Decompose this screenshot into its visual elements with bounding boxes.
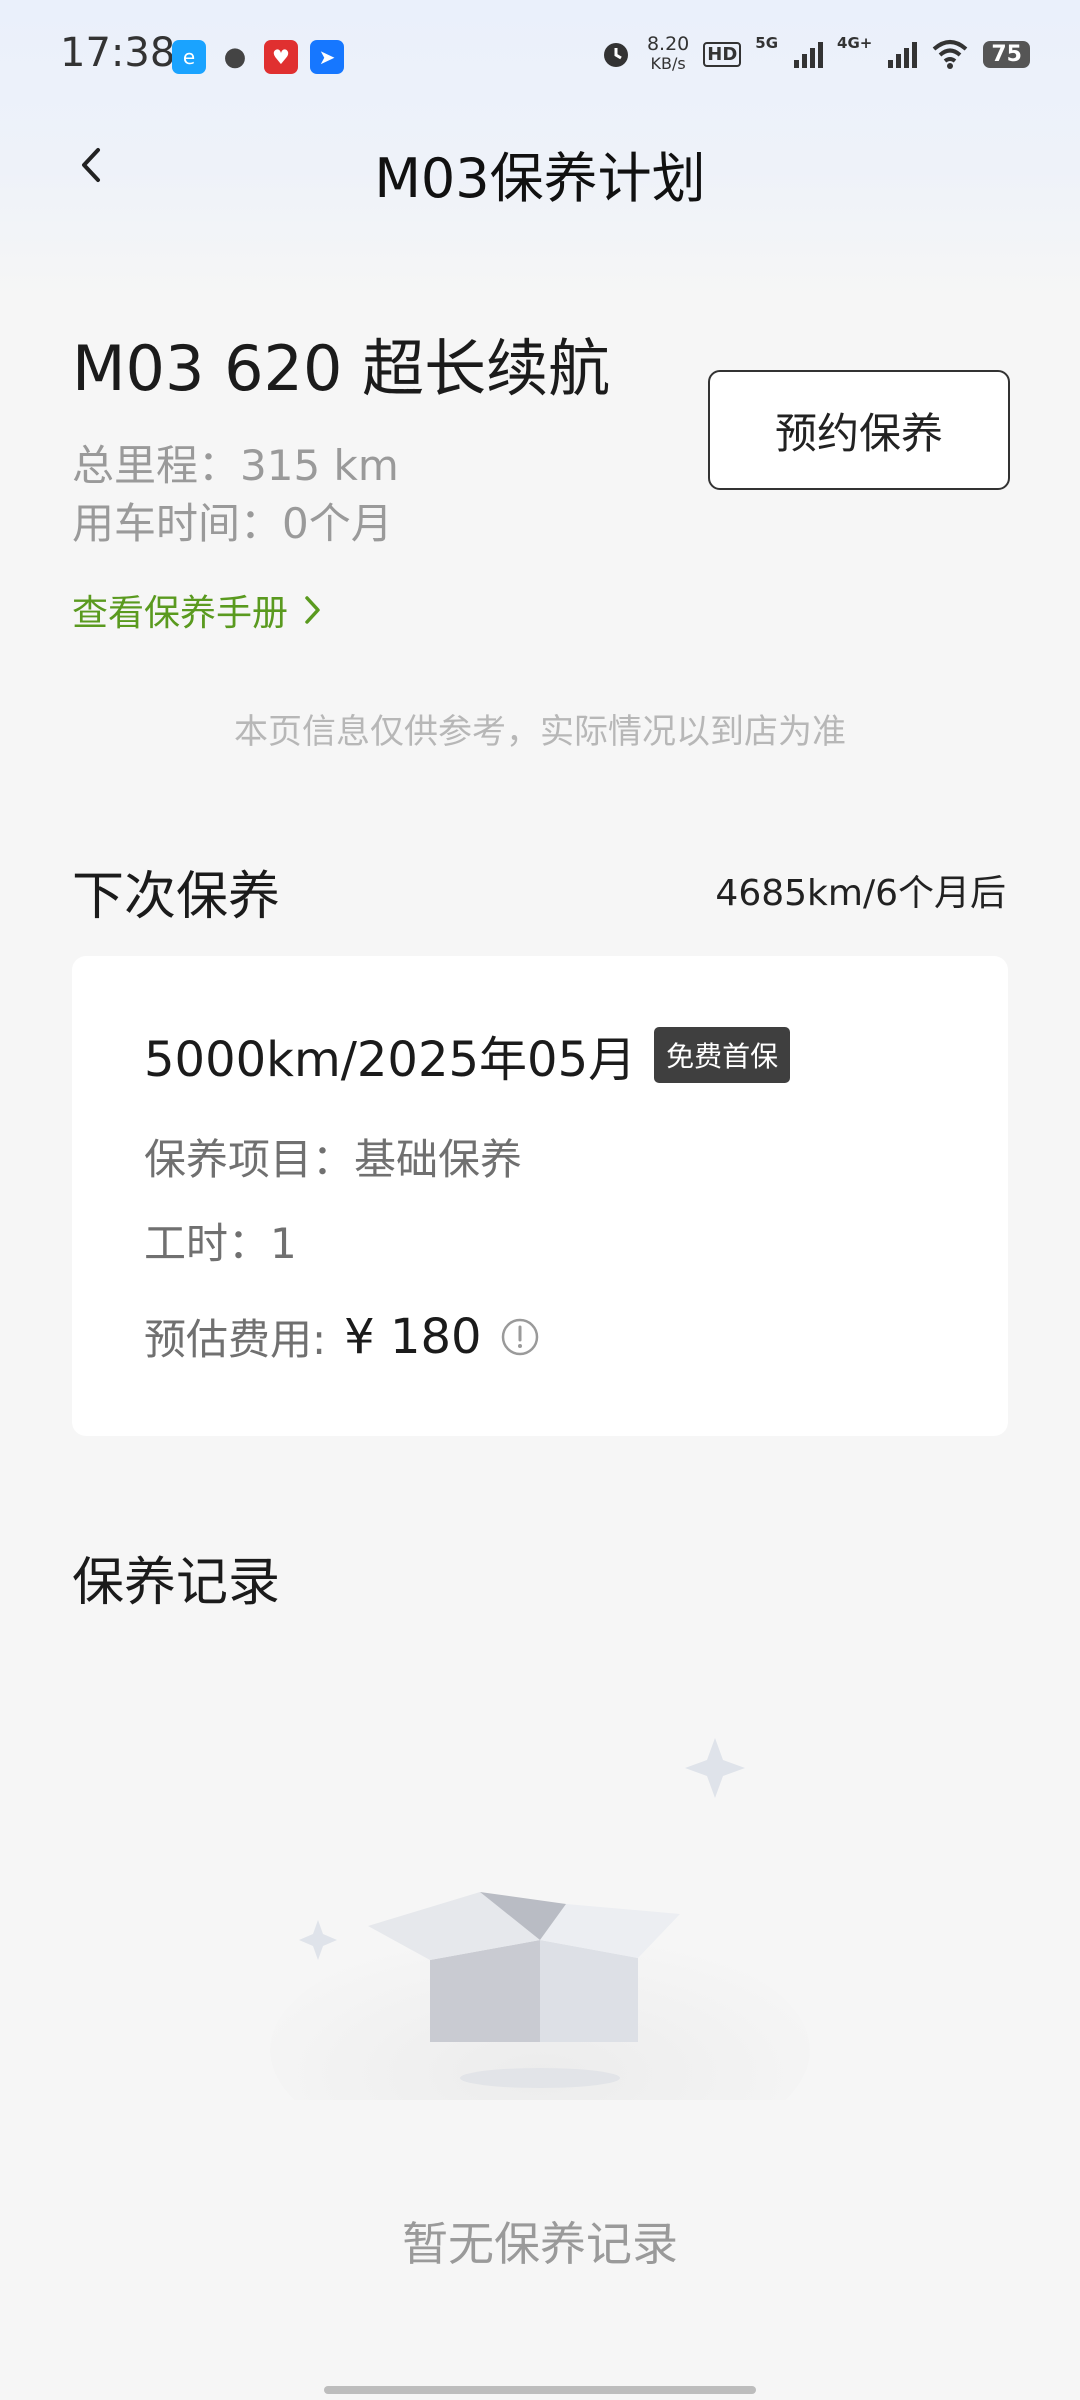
disclaimer-text: 本页信息仅供参考，实际情况以到店为准	[234, 712, 846, 752]
book-maintenance-button[interactable]: 预约保养	[708, 370, 1010, 490]
estimated-cost-row: 预估费用: ¥ 180	[144, 1306, 540, 1367]
empty-records-text: 暂无保养记录	[402, 2217, 678, 2271]
chevron-right-icon	[305, 596, 320, 624]
manual-link-label: 查看保养手册	[72, 593, 289, 634]
app-notification-icon: e	[172, 40, 206, 74]
app-notification-icon: ➤	[310, 40, 344, 74]
status-time: 17:38	[60, 30, 176, 76]
labor-hours: 工时：1	[144, 1219, 297, 1268]
page-title: M03保养计划	[374, 147, 706, 210]
free-first-service-badge: 免费首保	[654, 1027, 791, 1083]
battery-icon: 75	[983, 40, 1030, 68]
wifi-icon	[933, 40, 968, 69]
maintenance-manual-link[interactable]: 查看保养手册	[72, 584, 324, 636]
next-maintenance-due: 4685km/6个月后	[715, 873, 1006, 914]
network-speed: 8.20 KB/s	[646, 33, 690, 73]
usage-time: 用车时间：0个月	[72, 499, 393, 548]
status-bar: 17:38 e ● ♥ ➤ 8.20 KB/s HD 5G 4G+ 75	[0, 0, 1080, 110]
app-notification-icon: ♥	[264, 40, 298, 74]
maintenance-items: 保养项目：基础保养	[144, 1135, 523, 1184]
next-maintenance-title: 下次保养	[72, 867, 281, 927]
estimated-cost-value: ¥ 180	[344, 1308, 482, 1365]
next-maintenance-card: 5000km/2025年05月 免费首保 保养项目：基础保养 工时：1 预估费用…	[72, 956, 1008, 1436]
maintenance-target: 5000km/2025年05月	[144, 1032, 637, 1088]
maintenance-records-title: 保养记录	[72, 1553, 281, 1613]
signal-4g-icon	[888, 40, 918, 68]
total-mileage: 总里程：315 km	[72, 441, 399, 490]
signal-5g-icon	[794, 40, 824, 68]
card-header: 5000km/2025年05月 免费首保	[144, 1020, 791, 1090]
home-indicator[interactable]	[324, 2386, 756, 2394]
alarm-icon	[603, 43, 628, 67]
info-icon[interactable]	[500, 1317, 540, 1357]
nav-bar: M03保养计划	[0, 110, 1080, 220]
4g-label: 4G+	[837, 34, 873, 52]
car-model: M03 620 超长续航	[72, 332, 611, 405]
notification-icons: e ● ♥ ➤	[172, 40, 344, 74]
wechat-icon: ●	[223, 42, 247, 72]
estimated-cost-label: 预估费用:	[144, 1315, 327, 1364]
status-indicators: 8.20 KB/s HD 5G 4G+ 75	[599, 34, 1030, 74]
empty-box-illustration	[270, 1738, 810, 2100]
5g-label: 5G	[755, 34, 779, 52]
hd-voice-icon: HD	[703, 41, 742, 67]
